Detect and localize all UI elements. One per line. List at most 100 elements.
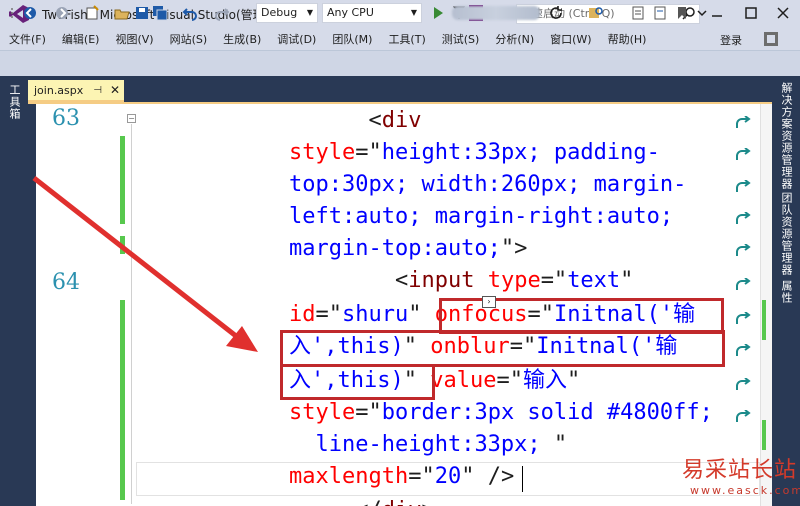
word-wrap-icon [736, 212, 751, 224]
code-line: left:auto; margin-right:auto; [289, 202, 673, 234]
save-icon[interactable] [134, 5, 150, 21]
refresh-icon[interactable] [548, 5, 564, 21]
code-token: input [408, 268, 488, 293]
code-token: style [289, 400, 356, 425]
menu-window[interactable]: 窗口(W) [542, 31, 599, 47]
pin-icon[interactable]: ⊣ [93, 85, 102, 96]
code-token: " [566, 368, 581, 393]
menu-help[interactable]: 帮助(H) [600, 31, 655, 47]
user-feedback-icon[interactable] [762, 30, 780, 48]
toolbar-overflow-icon[interactable] [694, 5, 710, 21]
code-token: height:33px; padding- [381, 140, 660, 165]
text-caret [522, 466, 523, 492]
document-tab-join-aspx[interactable]: join.aspx ⊣ ✕ [28, 80, 124, 102]
code-token: type [487, 268, 541, 293]
line-number: 64 [52, 270, 80, 295]
menu-debug[interactable]: 调试(D) [269, 31, 324, 47]
forward-icon[interactable] [54, 5, 70, 21]
code-line: <div [289, 106, 421, 138]
code-token: value [430, 368, 497, 393]
smart-tag-icon[interactable]: › [482, 296, 496, 308]
outline-collapse-toggle[interactable]: − [127, 114, 136, 123]
redo-icon[interactable] [214, 5, 230, 21]
close-icon [777, 7, 789, 19]
start-browser-target[interactable] [452, 6, 540, 20]
quick-launch-input[interactable]: 快速启动 (Ctrl+Q) [516, 4, 700, 24]
code-token: id [289, 302, 316, 327]
word-wrap-icon [736, 312, 751, 324]
standard-toolbar [0, 50, 800, 76]
solution-platform-value: Any CPU [327, 6, 374, 19]
code-token: shuru [342, 302, 409, 327]
code-token: text [567, 268, 621, 293]
solution-explorer-tab[interactable]: 解决方案资源管理器 [778, 82, 794, 190]
code-token: </ [355, 498, 382, 506]
menu-view[interactable]: 视图(V) [107, 31, 161, 47]
code-token: " [620, 268, 634, 293]
menu-file[interactable]: 文件(F) [0, 31, 54, 47]
toolbox-tab[interactable]: 工具箱 [6, 84, 22, 120]
menu-bar: 文件(F) 编辑(E) 视图(V) 网站(S) 生成(B) 调试(D) 团队(M… [0, 28, 800, 50]
word-wrap-icon [736, 410, 751, 422]
properties-tab[interactable]: 属性 [778, 280, 794, 304]
undo-icon[interactable] [182, 5, 198, 21]
new-project-icon[interactable] [84, 5, 100, 21]
solution-platform-select[interactable]: Any CPU ▼ [322, 3, 422, 23]
code-line: style="height:33px; padding- [289, 138, 660, 170]
code-token: border:3px solid #4800ff; [381, 400, 713, 425]
code-token: " [553, 432, 568, 457]
code-token: "> [500, 236, 528, 261]
team-explorer-tab[interactable]: 团队资源管理器 [778, 192, 794, 276]
code-token: =" [408, 464, 435, 489]
close-icon[interactable]: ✕ [110, 83, 120, 97]
menu-tools[interactable]: 工具(T) [380, 31, 433, 47]
annotation-box-this [280, 364, 435, 400]
login-link[interactable]: 登录 [720, 32, 742, 48]
code-token: " [408, 302, 435, 327]
code-token: =" [315, 302, 343, 327]
code-token: =" [540, 268, 568, 293]
menu-edit[interactable]: 编辑(E) [54, 31, 108, 47]
solution-configuration-select[interactable]: Debug ▼ [256, 3, 318, 23]
code-token: line-height:33px; [315, 432, 554, 457]
code-token: 输入 [522, 368, 567, 393]
code-token: margin-top:auto; [289, 236, 501, 261]
find-in-files-icon[interactable] [588, 5, 604, 21]
menu-build[interactable]: 生成(B) [215, 31, 269, 47]
code-token: maxlength [289, 464, 409, 489]
code-token: 20 [434, 464, 462, 489]
left-dock-strip [0, 76, 28, 506]
menu-analyze[interactable]: 分析(N) [487, 31, 542, 47]
maximize-button[interactable] [740, 2, 762, 24]
start-debugging-icon[interactable] [430, 5, 446, 21]
outline-guide [131, 124, 132, 504]
scrollbar-change-marker [762, 420, 766, 450]
code-token: =" [355, 140, 382, 165]
menu-test[interactable]: 测试(S) [434, 31, 488, 47]
code-token: div [382, 498, 422, 506]
code-token: " /> [461, 464, 515, 489]
close-window-button[interactable] [772, 2, 794, 24]
annotation-box-onblur [280, 330, 725, 367]
word-wrap-icon [736, 344, 751, 356]
open-file-icon[interactable] [114, 5, 130, 21]
code-token: left:auto; margin-right:auto; [289, 204, 674, 229]
code-token: < [394, 268, 409, 293]
code-line: top:30px; width:260px; margin- [289, 170, 686, 202]
scrollbar-change-marker [762, 300, 766, 340]
back-icon[interactable] [22, 5, 38, 21]
bookmark-icon[interactable] [674, 5, 690, 21]
comment-icon[interactable] [630, 5, 646, 21]
word-wrap-icon [736, 244, 751, 256]
save-all-icon[interactable] [152, 5, 168, 21]
word-wrap-icon [736, 148, 751, 160]
word-wrap-icon [736, 278, 751, 290]
uncomment-icon[interactable] [652, 5, 668, 21]
code-line: margin-top:auto;"> [289, 234, 527, 266]
menu-team[interactable]: 团队(M) [324, 31, 380, 47]
watermark: 易采站长站 www.easck.com [676, 452, 800, 506]
code-line: style="border:3px solid #4800ff; [289, 398, 713, 430]
chevron-down-icon: ▼ [410, 8, 417, 17]
document-tab-label: join.aspx [34, 83, 84, 97]
menu-website[interactable]: 网站(S) [162, 31, 216, 47]
